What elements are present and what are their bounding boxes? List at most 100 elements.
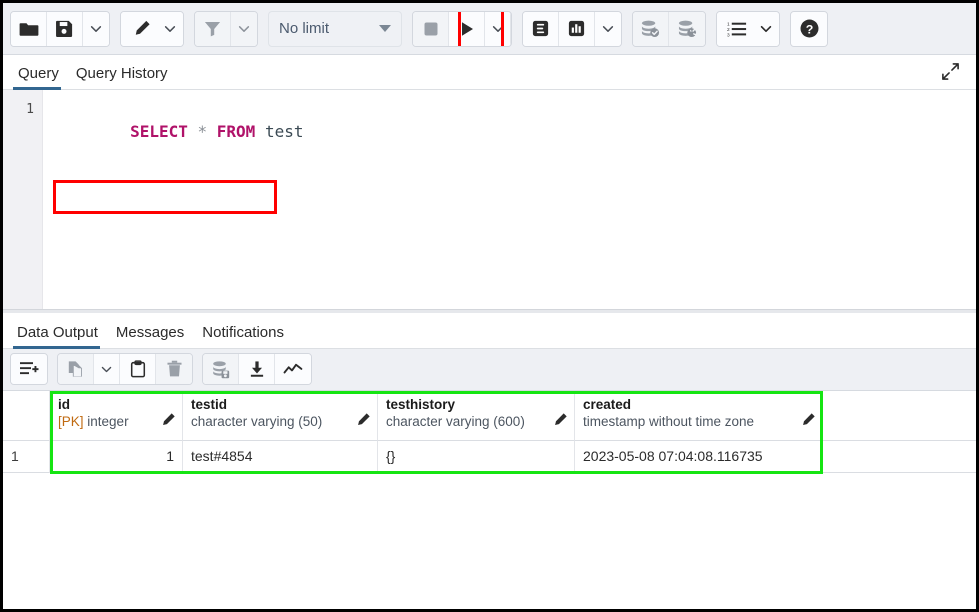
column-name-testhistory: testhistory <box>386 396 566 413</box>
save-data-changes-icon <box>211 360 231 379</box>
delete-row-button[interactable] <box>156 354 192 384</box>
graph-visualiser-icon <box>283 360 303 378</box>
execute-options-chevron-button[interactable] <box>485 12 511 46</box>
explain-analyze-icon <box>567 19 586 38</box>
sql-token-space-1 <box>188 122 198 141</box>
pencil-icon <box>356 412 371 427</box>
copy-options-chevron-button[interactable] <box>94 354 120 384</box>
svg-text:2: 2 <box>727 27 730 33</box>
explain-button[interactable] <box>523 12 559 46</box>
macro-options-chevron-button[interactable] <box>753 12 779 46</box>
cell-id[interactable]: 1 <box>50 441 183 473</box>
open-file-button[interactable] <box>11 12 47 46</box>
tab-notifications-label: Notifications <box>202 324 284 341</box>
add-row-icon <box>19 360 39 378</box>
cell-filler <box>823 441 976 473</box>
cell-testid[interactable]: test#4854 <box>183 441 378 473</box>
pencil-icon <box>801 412 816 427</box>
filter-button-group <box>194 11 258 47</box>
sql-token-space-3 <box>255 122 265 141</box>
add-row-button[interactable] <box>11 354 47 384</box>
tab-messages-label: Messages <box>116 324 184 341</box>
sql-code-line: SELECT * FROM test <box>53 99 976 165</box>
edit-button-group <box>120 11 184 47</box>
macros-button[interactable]: 1 2 3 <box>717 12 753 46</box>
save-data-changes-button[interactable] <box>203 354 239 384</box>
transaction-button-group <box>632 11 706 47</box>
tab-data-output-label: Data Output <box>17 324 98 341</box>
edit-options-chevron-button[interactable] <box>157 12 183 46</box>
column-edit-created-button[interactable] <box>801 412 816 432</box>
explain-e-icon <box>531 19 550 38</box>
pencil-icon <box>161 412 176 427</box>
pgadmin-query-tool-window: No limit <box>0 0 979 612</box>
download-csv-button[interactable] <box>239 354 275 384</box>
save-data-group <box>202 353 312 385</box>
cell-created[interactable]: 2023-05-08 07:04:08.116735 <box>575 441 823 473</box>
pencil-edit-icon <box>132 19 152 39</box>
column-type-id: [PK] integer <box>58 413 174 431</box>
commit-button[interactable] <box>633 12 669 46</box>
grid-column-header-created[interactable]: created timestamp without time zone <box>575 391 823 441</box>
tab-query-label: Query <box>18 65 59 82</box>
tab-data-output[interactable]: Data Output <box>13 324 112 348</box>
column-type-testhistory: character varying (600) <box>386 413 566 431</box>
help-button-group: ? <box>790 11 828 47</box>
cell-testhistory[interactable]: {} <box>378 441 575 473</box>
column-type-rest-id: integer <box>87 414 128 429</box>
column-type-testid: character varying (50) <box>191 413 369 431</box>
delete-trash-icon <box>166 360 183 378</box>
column-name-created: created <box>583 396 814 413</box>
data-output-toolbar <box>3 349 976 391</box>
caret-down-icon <box>379 25 391 32</box>
save-file-icon <box>55 19 74 38</box>
editor-line-gutter: 1 <box>3 90 43 309</box>
tab-query[interactable]: Query <box>13 65 71 89</box>
row-limit-select[interactable]: No limit <box>268 11 402 47</box>
explain-analyze-button[interactable] <box>559 12 595 46</box>
chevron-down-icon <box>89 22 103 36</box>
grid-column-header-id[interactable]: id [PK] integer <box>50 391 183 441</box>
column-edit-id-button[interactable] <box>161 412 176 432</box>
sql-editor[interactable]: 1 SELECT * FROM test <box>3 90 976 309</box>
chevron-down-icon <box>163 22 177 36</box>
copy-button[interactable] <box>58 354 94 384</box>
tab-query-history[interactable]: Query History <box>71 65 180 89</box>
copy-paste-group <box>57 353 193 385</box>
chevron-down-icon <box>759 22 773 36</box>
file-button-group <box>10 11 110 47</box>
results-grid-area[interactable]: id [PK] integer testid character varying… <box>3 391 976 610</box>
filter-options-chevron-button[interactable] <box>231 12 257 46</box>
table-row-number[interactable]: 1 <box>3 441 50 473</box>
pk-tag: [PK] <box>58 414 84 429</box>
expand-panel-button[interactable] <box>941 62 960 86</box>
editor-code-area[interactable]: SELECT * FROM test <box>43 90 976 309</box>
paste-button[interactable] <box>120 354 156 384</box>
column-edit-testhistory-button[interactable] <box>553 412 568 432</box>
save-options-chevron-button[interactable] <box>83 12 109 46</box>
chevron-down-icon <box>237 22 251 36</box>
help-button[interactable]: ? <box>791 12 827 46</box>
tab-notifications[interactable]: Notifications <box>198 324 298 348</box>
pencil-icon <box>553 412 568 427</box>
rollback-button[interactable] <box>669 12 705 46</box>
help-question-icon: ? <box>799 18 820 39</box>
grid-column-header-testhistory[interactable]: testhistory character varying (600) <box>378 391 575 441</box>
stop-button[interactable] <box>413 12 449 46</box>
open-file-icon <box>19 19 39 39</box>
line-number: 1 <box>3 99 34 121</box>
grid-column-header-testid[interactable]: testid character varying (50) <box>183 391 378 441</box>
explain-options-chevron-button[interactable] <box>595 12 621 46</box>
execute-refresh-button[interactable] <box>449 12 485 46</box>
play-triangle-icon <box>458 20 476 38</box>
column-edit-testid-button[interactable] <box>356 412 371 432</box>
svg-text:3: 3 <box>727 32 730 37</box>
filter-button[interactable] <box>195 12 231 46</box>
graph-visualiser-button[interactable] <box>275 354 311 384</box>
results-grid: id [PK] integer testid character varying… <box>3 391 976 473</box>
edit-button[interactable] <box>121 12 157 46</box>
commit-database-check-icon <box>640 19 661 38</box>
tab-messages[interactable]: Messages <box>112 324 198 348</box>
expand-diagonal-icon <box>941 62 960 81</box>
save-file-button[interactable] <box>47 12 83 46</box>
